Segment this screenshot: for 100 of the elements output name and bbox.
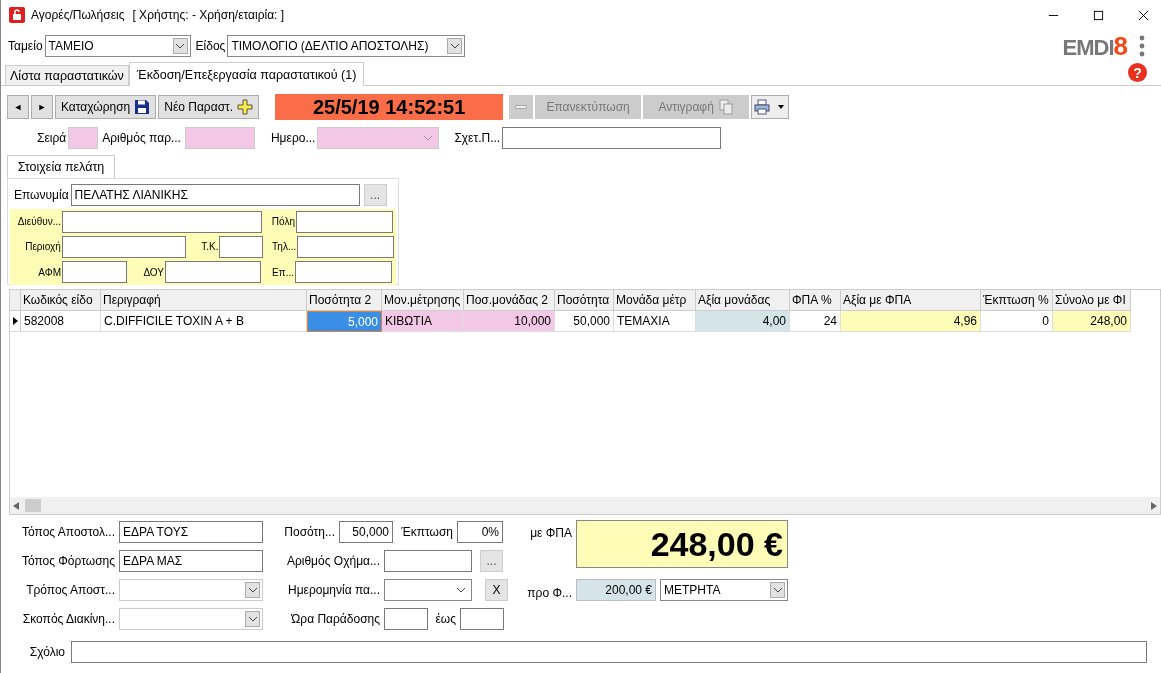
field-label: Τρόπος Αποστ... <box>25 583 115 597</box>
table-cell[interactable]: 10,000 <box>464 311 555 332</box>
input-field[interactable] <box>68 127 99 149</box>
input-field[interactable]: ΕΔΡΑ ΜΑΣ <box>119 550 263 572</box>
maximize-icon[interactable] <box>1093 9 1104 21</box>
payment-dropdown[interactable]: ΜΕΤΡΗΤΑ <box>660 579 788 601</box>
input-field[interactable] <box>219 236 264 258</box>
field-label: Ημερο... <box>270 131 316 145</box>
table-cell[interactable]: 24 <box>790 311 841 332</box>
input-field[interactable]: 0% <box>457 521 503 543</box>
field-label: Σχετ.Π... <box>454 131 501 145</box>
customer-tab[interactable]: Στοιχεία πελάτη <box>7 155 115 178</box>
column-header[interactable]: Σύνολο με ΦΙ <box>1053 290 1131 311</box>
table-cell[interactable]: 4,96 <box>841 311 981 332</box>
type-dropdown[interactable]: ΤΙΜΟΛΟΓΙΟ (ΔΕΛΤΙΟ ΑΠΟΣΤΟΛΗΣ) <box>227 35 466 57</box>
field-label: έως <box>434 612 456 626</box>
input-field[interactable] <box>295 261 392 284</box>
input-field[interactable] <box>62 261 127 284</box>
table-cell[interactable]: 0 <box>981 311 1053 332</box>
column-header[interactable]: Αξία με ΦΠΑ <box>841 290 981 311</box>
purpose-dropdown[interactable] <box>119 608 263 630</box>
input-field[interactable] <box>502 127 722 149</box>
input-field[interactable]: 50,000 <box>339 521 393 543</box>
chevron-icon <box>247 587 258 593</box>
column-header[interactable]: Αξία μονάδας <box>696 290 790 311</box>
shipping-method-dropdown[interactable] <box>119 579 263 601</box>
app-icon <box>9 7 25 23</box>
table-cell[interactable]: C.DIFFICILE TOXIN A + B <box>101 311 307 332</box>
field-label: Ημερομηνία πα... <box>287 583 380 597</box>
column-header[interactable]: ΦΠΑ % <box>790 290 841 311</box>
chevron-icon <box>449 43 460 49</box>
table-cell[interactable]: ΤΕΜΑΧΙΑ <box>614 311 696 332</box>
scroll-right-icon[interactable] <box>1151 501 1157 510</box>
field-label: Ποσότη... <box>283 525 335 539</box>
field-label: Τόπος Αποστολ... <box>21 525 115 539</box>
previous-button[interactable]: ◄ <box>7 95 29 119</box>
close-icon[interactable] <box>1138 9 1149 21</box>
table-cell[interactable]: 248,00 <box>1053 311 1131 332</box>
input-field[interactable] <box>165 261 261 284</box>
field-label: με ΦΠΑ <box>529 525 572 542</box>
column-header[interactable]: Ποσότητα <box>555 290 614 311</box>
field-label: Διεύθυν... <box>16 216 61 228</box>
next-button[interactable]: ► <box>31 95 53 119</box>
column-header[interactable]: Ποσότητα 2 <box>307 290 382 311</box>
name-label: Επωνυμία <box>14 188 69 202</box>
field-label: Ώρα Παράδοσης <box>290 612 380 626</box>
date-dropdown[interactable] <box>384 579 472 601</box>
tab[interactable]: Λίστα παραστατικών <box>5 65 129 85</box>
chevron-icon <box>456 587 466 593</box>
comment-field[interactable] <box>71 641 1147 663</box>
browse-button[interactable]: ... <box>480 550 503 572</box>
window-title: Αγορές/Πωλήσεις <box>31 8 125 22</box>
column-header[interactable]: Μον.μέτρησης <box>382 290 464 311</box>
tab[interactable]: Έκδοση/Επεξεργασία παραστατικού (1) <box>128 62 365 86</box>
input-field[interactable] <box>384 550 472 572</box>
column-header[interactable]: Έκπτωση % <box>981 290 1053 311</box>
cashier-label: Ταμείο <box>8 39 43 53</box>
chevron-icon <box>423 135 434 141</box>
input-field[interactable] <box>297 236 394 258</box>
input-field[interactable] <box>62 210 262 233</box>
column-header[interactable]: Περιγραφή <box>101 290 307 311</box>
browse-button[interactable]: ... <box>363 184 387 206</box>
table-cell[interactable]: 4,00 <box>696 311 790 332</box>
type-label: Είδος <box>195 39 226 53</box>
more-icon[interactable] <box>1139 35 1145 57</box>
input-field[interactable] <box>296 210 393 233</box>
chevron-icon <box>247 616 258 622</box>
copy-icon <box>717 99 734 115</box>
field-label: προ Φ... <box>526 585 572 600</box>
input-field[interactable] <box>184 127 255 149</box>
horizontal-scrollbar[interactable] <box>10 497 1160 514</box>
input-field[interactable] <box>61 236 186 258</box>
field-label: Σειρά <box>37 131 67 145</box>
clock-display: 25/5/19 14:52:51 <box>275 94 504 120</box>
scroll-left-icon[interactable] <box>13 501 19 510</box>
column-header[interactable]: Κωδικός είδο <box>21 290 101 311</box>
print-button[interactable] <box>751 95 790 119</box>
table-cell[interactable]: 582008 <box>21 311 101 332</box>
field-label: Τηλ... <box>270 241 297 253</box>
chevron-icon <box>175 43 186 49</box>
scroll-thumb[interactable] <box>25 499 41 512</box>
logo: EMDI8 <box>1062 30 1127 62</box>
caret-icon <box>778 105 785 109</box>
field-label: Τ.Κ. <box>200 241 219 253</box>
input-field[interactable]: ΕΔΡΑ ΤΟΥΣ <box>119 521 263 543</box>
table-cell[interactable]: ΚΙΒΩΤΙΑ <box>382 311 464 332</box>
input-field[interactable]: ΠΕΛΑΤΗΣ ΛΙΑΝΙΚΗΣ <box>70 184 360 206</box>
save-button[interactable]: Καταχώρηση <box>55 95 157 119</box>
clear-button[interactable]: X <box>485 579 508 601</box>
column-header[interactable]: Ποσ.μονάδας 2 <box>464 290 555 311</box>
column-header[interactable]: Μονάδα μέτρ <box>614 290 696 311</box>
help-icon[interactable]: ? <box>1128 63 1147 82</box>
cashier-dropdown[interactable]: ΤΑΜΕΙΟ <box>44 35 191 57</box>
input-field[interactable] <box>384 608 428 630</box>
input-field[interactable] <box>460 608 504 630</box>
field-label: Αριθμός Οχήμα... <box>285 554 380 568</box>
total-amount: 248,00 € <box>576 520 788 568</box>
table-cell[interactable]: 50,000 <box>555 311 614 332</box>
new-document-button[interactable]: Νέο Παραστ. <box>158 95 260 119</box>
field-label: ΔΟΥ <box>142 266 164 278</box>
